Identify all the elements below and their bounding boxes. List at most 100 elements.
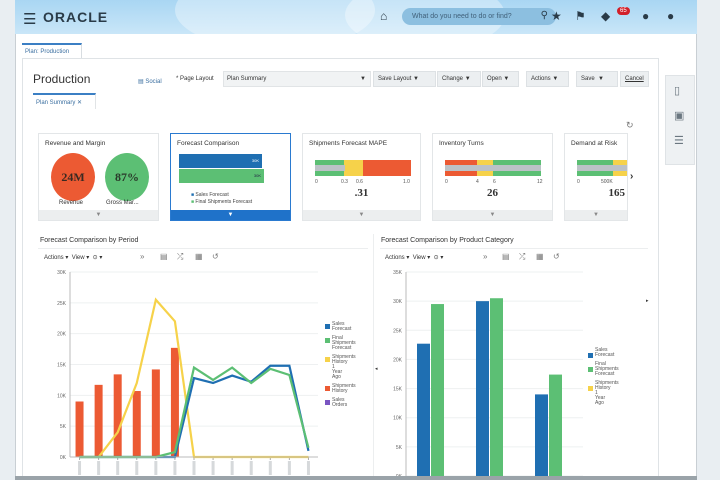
settings-icon[interactable]: ⊙ ▾ xyxy=(93,255,103,261)
gauge-tick: 6 xyxy=(493,179,496,185)
turns-gauge xyxy=(445,160,541,176)
legend-sales-forecast: ■ Sales Forecast xyxy=(191,192,229,198)
legend-label: Sales Forecast xyxy=(595,347,615,358)
divider xyxy=(38,248,368,249)
y-tick-label: 30K xyxy=(57,270,67,276)
tab-plan-summary[interactable]: Plan Summary ✕ xyxy=(33,93,96,109)
list-icon[interactable]: ☰ xyxy=(674,134,684,147)
social-label: Social xyxy=(145,79,162,85)
gauge-tick: 1.0 xyxy=(403,179,410,185)
chart-view-menu[interactable]: View xyxy=(72,255,85,261)
search-input[interactable]: What do you need to do or find? ⚲ xyxy=(402,8,556,25)
pivot-icon[interactable]: ⤮ xyxy=(177,252,183,262)
expand-chevron-icon[interactable]: ▼ xyxy=(171,210,290,220)
global-header: ☰ ORACLE ⌂ What do you need to do or fin… xyxy=(15,0,697,50)
table-icon[interactable]: ▦ xyxy=(536,252,544,261)
actions-button[interactable]: Actions ▼ xyxy=(526,71,569,87)
x-tick-label-blur xyxy=(287,461,291,475)
home-icon[interactable]: ⌂ xyxy=(380,9,387,23)
overflow-icon[interactable]: » xyxy=(140,252,144,261)
table-icon[interactable]: ▦ xyxy=(195,252,203,261)
revenue-metric: 24M xyxy=(51,153,95,201)
gauge-value: 165 xyxy=(608,187,626,199)
y-tick-label: 15K xyxy=(393,387,403,393)
expand-chevron-icon[interactable]: ▼ xyxy=(565,210,627,220)
save-layout-button[interactable]: Save Layout ▼ xyxy=(373,71,436,87)
reset-icon[interactable]: ↺ xyxy=(553,252,560,261)
card-revenue-margin[interactable]: Revenue and Margin 24M 87% Revenue Gross… xyxy=(38,133,159,221)
legend-swatch xyxy=(325,400,330,405)
cancel-button[interactable]: Cancel xyxy=(620,71,649,87)
open-label: Open xyxy=(487,76,502,82)
x-tick-label-blur xyxy=(116,461,120,475)
hamburger-menu-icon[interactable]: ☰ xyxy=(23,10,36,28)
legend-swatch xyxy=(325,357,330,362)
bar xyxy=(75,401,84,457)
final-shipments-bar: 30K xyxy=(179,169,264,183)
legend-label: Shipments History 1 Year Ago xyxy=(332,354,356,380)
x-tick-label-blur xyxy=(268,461,272,475)
legend-swatch xyxy=(325,386,330,391)
margin-metric: 87% xyxy=(105,153,149,201)
splitter[interactable] xyxy=(373,234,374,480)
favorites-star-icon[interactable]: ★ xyxy=(551,9,562,23)
x-tick-label-blur xyxy=(97,461,101,475)
pivot-icon[interactable]: ⤮ xyxy=(519,252,525,262)
page-layout-value: Plan Summary xyxy=(227,76,267,82)
notifications-bell-icon[interactable]: ◆ xyxy=(601,9,610,23)
user-avatar-icon[interactable]: ● xyxy=(667,9,674,23)
gauge-value: 26 xyxy=(487,187,498,199)
y-tick-label: 5K xyxy=(60,424,67,430)
mape-gauge xyxy=(315,160,411,176)
page-layout-label: * Page Layout xyxy=(176,76,214,82)
card-title: Inventory Turns xyxy=(439,140,484,147)
x-tick-label-blur xyxy=(78,461,82,475)
social-link[interactable]: ▤ Social xyxy=(138,78,162,85)
chart-actions-menu[interactable]: Actions ▾ View ▾ ⊙ ▾ xyxy=(385,254,443,261)
tab-plan-production[interactable]: Plan: Production xyxy=(22,43,82,59)
card-shipments-mape[interactable]: Shipments Forecast MAPE 0 0.3 0.6 1.0 .3… xyxy=(302,133,421,221)
card-forecast-comparison[interactable]: Forecast Comparison 30K 30K ■ Sales Fore… xyxy=(170,133,291,221)
open-button[interactable]: Open ▼ xyxy=(482,71,519,87)
close-icon[interactable]: ✕ xyxy=(77,100,82,106)
chart-view-menu[interactable]: View xyxy=(413,255,426,261)
format-icon[interactable]: ▤ xyxy=(160,252,168,261)
page-layout-select[interactable]: Plan Summary ▼ xyxy=(223,71,371,87)
save-button[interactable]: Save ▼ xyxy=(576,71,618,87)
expand-chevron-icon[interactable]: ▼ xyxy=(433,210,552,220)
format-icon[interactable]: ▤ xyxy=(502,252,510,261)
gauge-tick: 12 xyxy=(537,179,543,185)
gauge-value: .31 xyxy=(354,187,369,199)
search-placeholder: What do you need to do or find? xyxy=(412,13,512,20)
gauge-tick: 0.6 xyxy=(356,179,363,185)
risk-gauge xyxy=(577,160,627,176)
reset-icon[interactable]: ↺ xyxy=(212,252,219,261)
expand-chevron-icon[interactable]: ▼ xyxy=(303,210,420,220)
x-tick-label-blur xyxy=(230,461,234,475)
gauge-tick: 0.3 xyxy=(341,179,348,185)
dashboard-icon[interactable]: ▣ xyxy=(674,109,684,122)
chart-actions-menu[interactable]: Actions ▾ View ▾ ⊙ ▾ xyxy=(44,254,102,261)
accessibility-icon[interactable]: ● xyxy=(642,9,649,23)
card-title: Shipments Forecast MAPE xyxy=(309,140,388,147)
gauge-tick: 4 xyxy=(476,179,479,185)
settings-icon[interactable]: ⊙ ▾ xyxy=(434,255,444,261)
flag-icon[interactable]: ⚑ xyxy=(575,9,586,23)
y-tick-label: 25K xyxy=(393,328,403,334)
refresh-icon[interactable]: ↻ xyxy=(626,120,634,131)
card-title: Revenue and Margin xyxy=(45,140,106,147)
overflow-icon[interactable]: » xyxy=(483,252,487,261)
gauge-tick: 0 xyxy=(315,179,318,185)
chevron-right-icon[interactable]: › xyxy=(630,171,633,182)
gauge-tick: 0 xyxy=(577,179,580,185)
search-icon[interactable]: ⚲ xyxy=(541,10,548,21)
document-icon[interactable]: ▯ xyxy=(674,84,680,97)
y-tick-label: 5K xyxy=(396,445,403,451)
y-tick-label: 25K xyxy=(57,301,67,307)
gauge-tick: 0 xyxy=(445,179,448,185)
change-button[interactable]: Change ▼ xyxy=(437,71,481,87)
expand-chevron-icon[interactable]: ▼ xyxy=(39,210,158,220)
card-inventory-turns[interactable]: Inventory Turns 0 4 6 12 26 ▼ xyxy=(432,133,553,221)
card-demand-at-risk[interactable]: Demand at Risk 0 500K 165 ▼ xyxy=(564,133,628,221)
bottom-border xyxy=(15,476,697,480)
